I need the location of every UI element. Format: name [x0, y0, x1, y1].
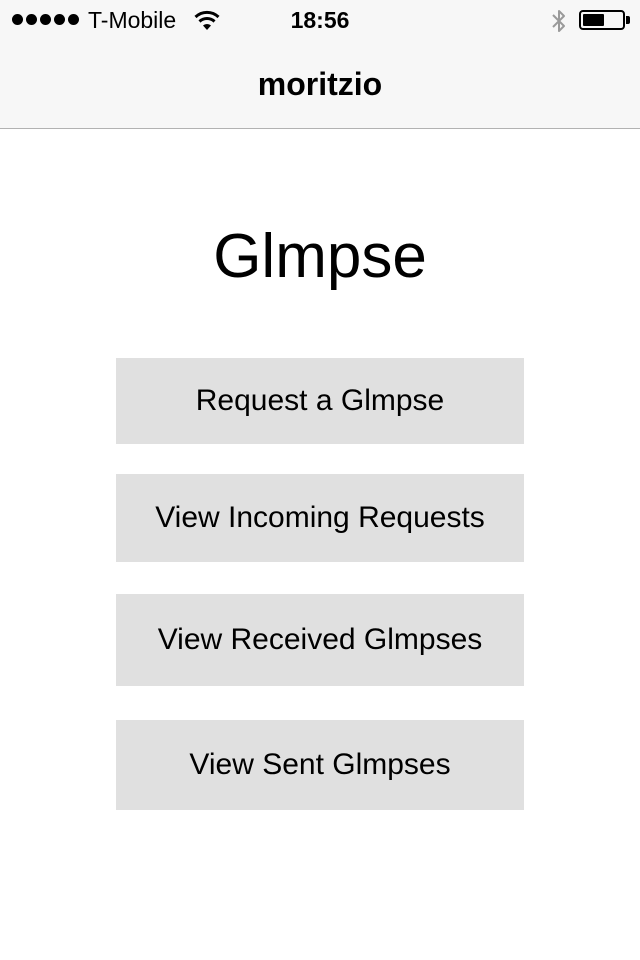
- top-bar: T-Mobile 18:56 moritzio: [0, 0, 640, 129]
- button-label: View Incoming Requests: [155, 501, 485, 534]
- request-glmpse-button[interactable]: Request a Glmpse: [116, 358, 524, 444]
- button-label: Request a Glmpse: [195, 384, 445, 417]
- page-title: Glmpse: [213, 222, 427, 291]
- status-bar: T-Mobile 18:56: [0, 0, 640, 40]
- battery-icon: [579, 10, 625, 30]
- view-received-glmpses-button[interactable]: View Received Glmpses: [116, 594, 524, 686]
- nav-title: moritzio: [257, 66, 383, 102]
- button-label: View Received Glmpses: [157, 623, 483, 656]
- view-incoming-requests-button[interactable]: View Incoming Requests: [116, 474, 524, 562]
- status-time: 18:56: [290, 7, 350, 33]
- button-label: View Sent Glmpses: [189, 748, 451, 781]
- battery-level: [583, 14, 604, 26]
- bluetooth-icon: [552, 10, 565, 32]
- battery-tip: [626, 16, 630, 24]
- view-sent-glmpses-button[interactable]: View Sent Glmpses: [116, 720, 524, 810]
